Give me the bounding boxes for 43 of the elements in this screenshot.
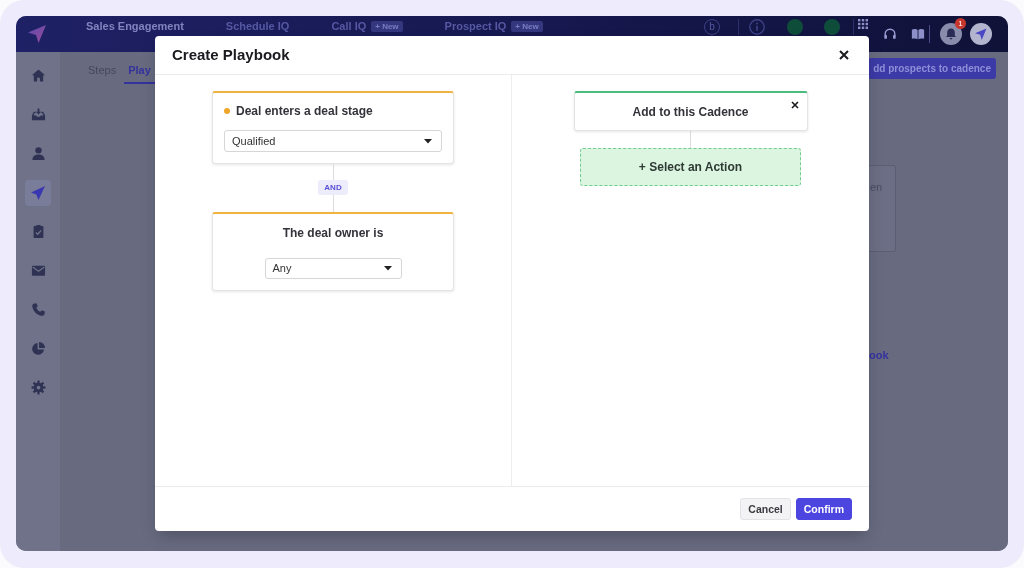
nav-tab[interactable]: Prospect IQ xyxy=(444,19,507,33)
bell-icon[interactable] xyxy=(940,23,962,45)
app-grid-icon[interactable] xyxy=(858,19,868,29)
nav-tab[interactable]: Sales Engagement xyxy=(86,19,184,33)
dot-icon xyxy=(224,108,230,114)
home-icon[interactable] xyxy=(30,68,46,83)
dropdown[interactable]: Any xyxy=(264,258,402,279)
person-icon[interactable] xyxy=(30,146,46,161)
card-title: The deal owner is xyxy=(282,225,384,242)
card-title: Deal enters a deal stage xyxy=(236,103,373,120)
modal-title: Create Playbook xyxy=(172,44,290,65)
headset-icon[interactable] xyxy=(883,27,897,41)
nav-tab[interactable]: Call IQ xyxy=(331,19,367,33)
info-icon[interactable] xyxy=(749,19,765,35)
send-icon[interactable] xyxy=(25,179,51,206)
pie-chart-icon[interactable] xyxy=(30,341,46,356)
settings-icon[interactable] xyxy=(30,380,46,395)
new-badge: + New xyxy=(511,20,543,32)
close-icon[interactable] xyxy=(839,50,849,60)
cancel-button[interactable]: Cancel xyxy=(740,498,791,520)
operator-tag: AND xyxy=(318,180,348,195)
envelope-icon[interactable] xyxy=(30,263,46,278)
caret-icon xyxy=(424,138,432,144)
logo-icon[interactable] xyxy=(970,23,992,45)
add-prospects-button[interactable]: dd prospects to cadence xyxy=(868,58,996,79)
phone-icon[interactable] xyxy=(30,302,46,317)
new-badge: + New xyxy=(371,20,403,32)
connector-line xyxy=(690,131,691,148)
inbox-icon[interactable] xyxy=(30,107,46,122)
card-title: Add to this Cadence xyxy=(632,103,749,121)
nav-tab[interactable]: Schedule IQ xyxy=(225,19,290,33)
dropdown[interactable]: Qualified xyxy=(224,130,442,152)
book-icon[interactable] xyxy=(911,27,925,41)
round-app-icon[interactable] xyxy=(787,19,803,35)
select-action-button[interactable]: + Select an Action xyxy=(580,148,801,186)
caret-icon xyxy=(383,266,392,271)
connector-line xyxy=(332,164,334,180)
link[interactable]: ook xyxy=(869,347,889,364)
close-icon[interactable] xyxy=(790,101,799,109)
connector-line xyxy=(332,195,334,212)
notification-badge: 1 xyxy=(955,18,966,29)
round-app-icon[interactable] xyxy=(824,19,840,35)
confirm-button[interactable]: Confirm xyxy=(795,498,852,520)
